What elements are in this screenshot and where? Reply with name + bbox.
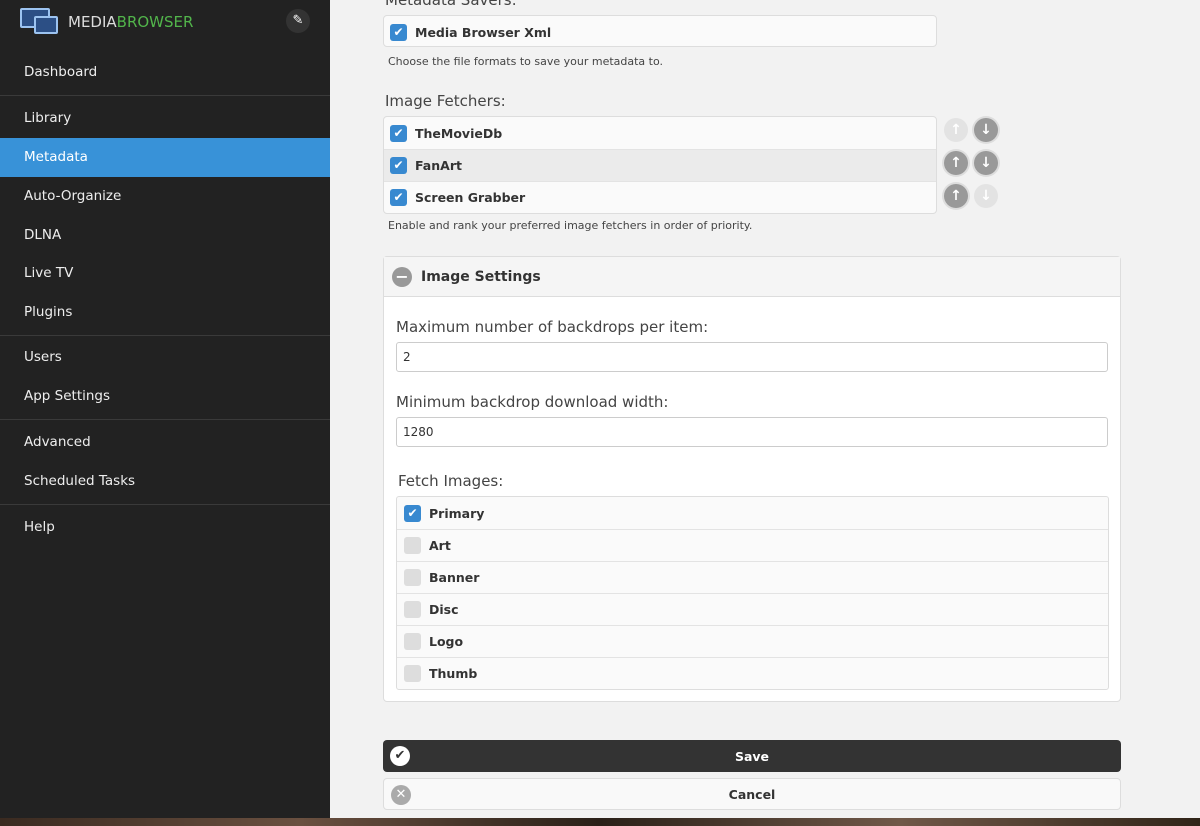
close-x-icon: ✕ (391, 785, 411, 805)
fetch-images-list: ✔ Primary Art Banner Disc Logo Thumb (396, 496, 1109, 690)
sidebar-item-dashboard[interactable]: Dashboard (0, 53, 330, 92)
logo-text-browser: BROWSER (116, 13, 194, 31)
cancel-label: Cancel (728, 786, 776, 802)
fetcher-item[interactable]: ✔ FanArt (384, 149, 936, 181)
fetch-item-thumb[interactable]: Thumb (397, 657, 1108, 689)
sidebar-item-metadata[interactable]: Metadata (0, 138, 330, 177)
logo-text-media: MEDIA (68, 13, 117, 31)
move-down-icon[interactable]: ↓ (974, 118, 998, 142)
divider (0, 419, 330, 420)
fetchers-help-text: Enable and rank your preferred image fet… (388, 219, 753, 232)
image-settings-header[interactable]: − Image Settings (384, 257, 1120, 297)
sidebar: MEDIA BROWSER ✎ Dashboard Library Metadat… (0, 0, 330, 826)
fetch-label: Thumb (429, 666, 478, 681)
collapse-minus-icon[interactable]: − (392, 266, 412, 287)
saver-label: Media Browser Xml (415, 24, 552, 40)
fetcher-label: TheMovieDb (415, 125, 503, 141)
background-image-strip (0, 818, 1200, 826)
image-fetchers-label: Image Fetchers: (385, 92, 506, 110)
checkbox-checked-icon[interactable]: ✔ (390, 23, 407, 41)
max-backdrops-label: Maximum number of backdrops per item: (396, 318, 709, 336)
move-up-icon[interactable]: ↑ (944, 151, 968, 175)
move-up-icon[interactable]: ↑ (944, 184, 968, 208)
fetcher-label: Screen Grabber (415, 190, 526, 205)
min-width-input[interactable] (396, 417, 1108, 447)
fetch-item-art[interactable]: Art (397, 529, 1108, 561)
sidebar-item-help[interactable]: Help (0, 508, 330, 547)
checkbox-unchecked-icon[interactable] (404, 537, 421, 554)
fetch-item-primary[interactable]: ✔ Primary (397, 497, 1108, 529)
fetch-label: Banner (429, 570, 480, 585)
move-down-icon[interactable]: ↓ (974, 151, 998, 175)
fetch-item-disc[interactable]: Disc (397, 593, 1108, 625)
fetch-item-logo[interactable]: Logo (397, 625, 1108, 657)
fetch-images-label: Fetch Images: (398, 472, 504, 490)
checkbox-checked-icon[interactable]: ✔ (390, 157, 407, 174)
min-width-label: Minimum backdrop download width: (396, 393, 669, 411)
checkbox-unchecked-icon[interactable] (404, 665, 421, 682)
checkbox-unchecked-icon[interactable] (404, 601, 421, 618)
fetcher-item[interactable]: ✔ Screen Grabber (384, 181, 936, 213)
image-fetchers-list: ✔ TheMovieDb ✔ FanArt ✔ Screen Grabber (383, 116, 937, 214)
move-down-icon: ↓ (974, 184, 998, 208)
divider (0, 335, 330, 336)
fetch-label: Primary (429, 505, 485, 521)
sidebar-item-plugins[interactable]: Plugins (0, 293, 330, 332)
fetch-label: Art (429, 538, 451, 553)
checkbox-checked-icon[interactable]: ✔ (390, 124, 407, 142)
max-backdrops-input[interactable] (396, 342, 1108, 372)
divider (0, 95, 330, 96)
checkmark-icon: ✔ (390, 746, 410, 766)
cancel-button[interactable]: ✕ Cancel (383, 778, 1121, 810)
sidebar-item-live-tv[interactable]: Live TV (0, 254, 330, 293)
fetch-label: Logo (429, 634, 464, 649)
saver-item[interactable]: ✔ Media Browser Xml (384, 16, 936, 48)
sidebar-item-advanced[interactable]: Advanced (0, 423, 330, 462)
sidebar-item-scheduled-tasks[interactable]: Scheduled Tasks (0, 462, 330, 501)
save-button[interactable]: ✔ Save (383, 740, 1121, 772)
fetch-item-banner[interactable]: Banner (397, 561, 1108, 593)
logo[interactable]: MEDIA BROWSER (20, 8, 193, 36)
checkbox-checked-icon[interactable]: ✔ (404, 504, 421, 522)
sidebar-item-app-settings[interactable]: App Settings (0, 377, 330, 416)
save-label: Save (734, 748, 770, 764)
sidebar-item-users[interactable]: Users (0, 338, 330, 377)
savers-help-text: Choose the file formats to save your met… (388, 55, 664, 68)
checkbox-unchecked-icon[interactable] (404, 569, 421, 586)
image-settings-title: Image Settings (421, 268, 541, 285)
move-up-icon: ↑ (944, 118, 968, 142)
edit-pencil-icon[interactable]: ✎ (286, 9, 310, 33)
metadata-savers-list: ✔ Media Browser Xml (383, 15, 937, 47)
sidebar-item-auto-organize[interactable]: Auto-Organize (0, 177, 330, 216)
fetch-label: Disc (429, 602, 459, 617)
fetcher-item[interactable]: ✔ TheMovieDb (384, 117, 936, 149)
monitor-logo-icon (20, 8, 62, 36)
fetcher-label: FanArt (415, 158, 462, 173)
sidebar-item-dlna[interactable]: DLNA (0, 216, 330, 255)
checkbox-checked-icon[interactable]: ✔ (390, 189, 407, 206)
sidebar-item-library[interactable]: Library (0, 99, 330, 138)
divider (0, 504, 330, 505)
checkbox-unchecked-icon[interactable] (404, 633, 421, 650)
metadata-savers-label: Metadata Savers: (385, 0, 517, 9)
